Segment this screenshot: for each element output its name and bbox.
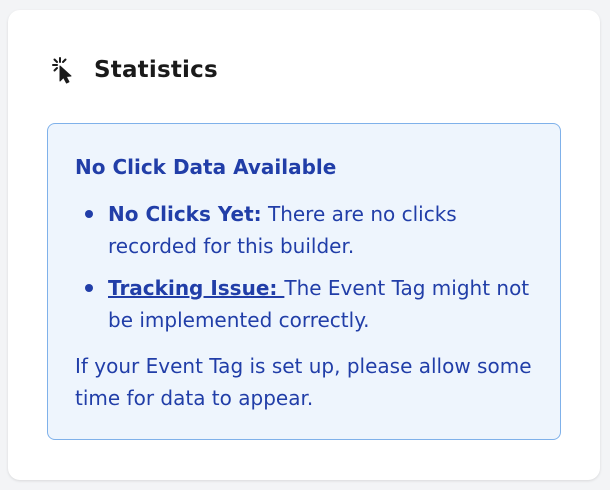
no-data-alert: No Click Data Available No Clicks Yet: T…: [47, 123, 561, 440]
alert-list: No Clicks Yet: There are no clicks recor…: [75, 198, 533, 336]
card-header: Statistics: [48, 50, 218, 90]
bullet-dot: [85, 284, 93, 292]
bullet-dot: [85, 210, 93, 218]
list-item: Tracking Issue: The Event Tag might not …: [85, 272, 533, 336]
statistics-card: Statistics No Click Data Available No Cl…: [8, 10, 600, 480]
alert-footer: If your Event Tag is set up, please allo…: [75, 354, 532, 410]
card-title: Statistics: [94, 57, 218, 83]
alert-title: No Click Data Available: [75, 155, 337, 179]
list-item-label: No Clicks Yet:: [108, 202, 262, 226]
tracking-issue-link[interactable]: Tracking Issue:: [108, 276, 284, 300]
list-item: No Clicks Yet: There are no clicks recor…: [85, 198, 533, 262]
pointer-click-icon: [48, 55, 78, 85]
